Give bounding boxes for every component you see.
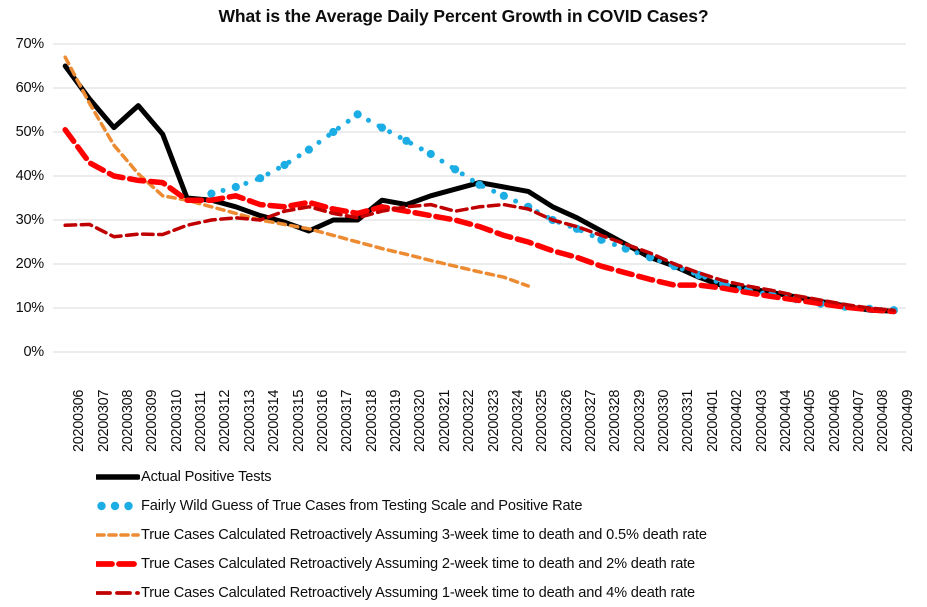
series-marker <box>426 149 435 159</box>
series-marker <box>304 145 313 154</box>
x-axis-tick-label: 20200319 <box>388 389 404 452</box>
legend-item[interactable]: True Cases Calculated Retroactively Assu… <box>96 520 916 549</box>
x-axis-tick-label: 20200306 <box>71 389 88 452</box>
x-axis-tick-label: 20200327 <box>582 389 599 452</box>
x-axis-tick-label: 20200409 <box>899 389 916 452</box>
x-axis-tick-label: 20200314 <box>266 389 283 452</box>
x-axis-tick-label: 20200309 <box>144 389 161 452</box>
y-axis-tick-label: 70% <box>15 36 45 52</box>
legend-item[interactable]: True Cases Calculated Retroactively Assu… <box>96 578 916 607</box>
chart-container: What is the Average Daily Percent Growth… <box>0 0 927 601</box>
x-axis-tick-label: 20200323 <box>485 389 502 452</box>
x-axis-tick-label: 20200321 <box>436 389 453 452</box>
legend-item[interactable]: Actual Positive Tests <box>96 462 916 491</box>
x-axis-tick-label: 20200312 <box>217 389 234 452</box>
y-axis-tick-label: 0% <box>23 344 44 360</box>
x-axis-tick-label: 20200331 <box>680 389 697 452</box>
legend-item-label: True Cases Calculated Retroactively Assu… <box>141 584 696 601</box>
series-marker <box>256 174 265 183</box>
series-marker <box>402 136 411 145</box>
x-axis-tick-label: 20200406 <box>826 389 843 452</box>
chart-legend: Actual Positive Tests Fairly Wild Guess o… <box>96 462 916 607</box>
y-axis-tick-label: 40% <box>15 168 45 184</box>
legend-swatch-solid-line <box>96 470 140 484</box>
legend-item-label: Fairly Wild Guess of True Cases from Tes… <box>141 497 583 514</box>
x-axis-tick-label: 20200322 <box>461 389 478 452</box>
x-axis-tick-label: 20200403 <box>753 389 770 452</box>
x-axis-tick-label: 20200407 <box>851 389 868 452</box>
x-axis-tick-label: 20200313 <box>241 389 258 452</box>
series-marker <box>353 110 362 119</box>
x-axis-tick-label: 20200402 <box>729 389 746 452</box>
legend-swatch-dashed-line <box>96 586 140 600</box>
x-axis-tick-label: 20200404 <box>777 389 794 452</box>
x-axis-tick-label: 20200326 <box>558 389 575 452</box>
x-axis-tick-label: 20200317 <box>339 389 356 452</box>
series-marker <box>499 191 508 200</box>
legend-swatch-dashed-line <box>96 528 140 542</box>
series-line <box>208 111 897 313</box>
x-axis-tick-label: 20200401 <box>704 389 721 452</box>
legend-item-label: True Cases Calculated Retroactively Assu… <box>141 555 696 572</box>
series-line <box>63 55 530 288</box>
x-axis-tick-label: 20200316 <box>314 389 331 452</box>
series-marker <box>377 123 387 132</box>
series-marker <box>231 182 240 192</box>
series-marker <box>329 127 338 137</box>
x-axis-tick-label: 20200330 <box>656 389 673 452</box>
y-axis-tick-label: 20% <box>15 256 45 272</box>
x-axis-tick-label: 20200320 <box>412 389 429 452</box>
series-marker <box>451 165 460 174</box>
y-axis-tick-label: 50% <box>15 124 45 140</box>
legend-swatch-dotted-line <box>96 499 140 513</box>
series-layer <box>62 55 898 315</box>
series-marker <box>207 189 216 198</box>
legend-swatch-dashed-line <box>96 557 140 571</box>
legend-item[interactable]: Fairly Wild Guess of True Cases from Tes… <box>96 491 916 520</box>
x-axis-tick-label: 20200405 <box>802 389 819 452</box>
x-axis-tick-label: 20200324 <box>509 389 526 452</box>
x-axis-tick-label: 20200308 <box>119 389 136 452</box>
series-marker <box>280 160 289 170</box>
x-axis-tick-label: 20200315 <box>290 389 307 452</box>
series-line <box>62 127 897 315</box>
x-axis-tick-label: 20200307 <box>95 389 112 452</box>
y-axis-tick-label: 10% <box>15 300 45 316</box>
x-axis-tick-label: 20200311 <box>193 390 210 452</box>
series-marker <box>475 180 484 189</box>
legend-item-label: True Cases Calculated Retroactively Assu… <box>141 526 707 543</box>
x-axis-tick-label: 20200310 <box>168 389 185 452</box>
legend-item-label: Actual Positive Tests <box>141 468 272 485</box>
legend-item[interactable]: True Cases Calculated Retroactively Assu… <box>96 549 916 578</box>
x-axis-tick-label: 20200329 <box>631 389 648 452</box>
x-axis-tick-label: 20200325 <box>534 389 551 452</box>
y-axis-tick-label: 60% <box>15 80 45 96</box>
x-axis-tick-label: 20200328 <box>607 389 624 452</box>
y-axis-tick-label: 30% <box>15 212 45 228</box>
x-axis-tick-label: 20200408 <box>875 389 892 452</box>
x-axis-tick-label: 20200318 <box>363 389 380 452</box>
